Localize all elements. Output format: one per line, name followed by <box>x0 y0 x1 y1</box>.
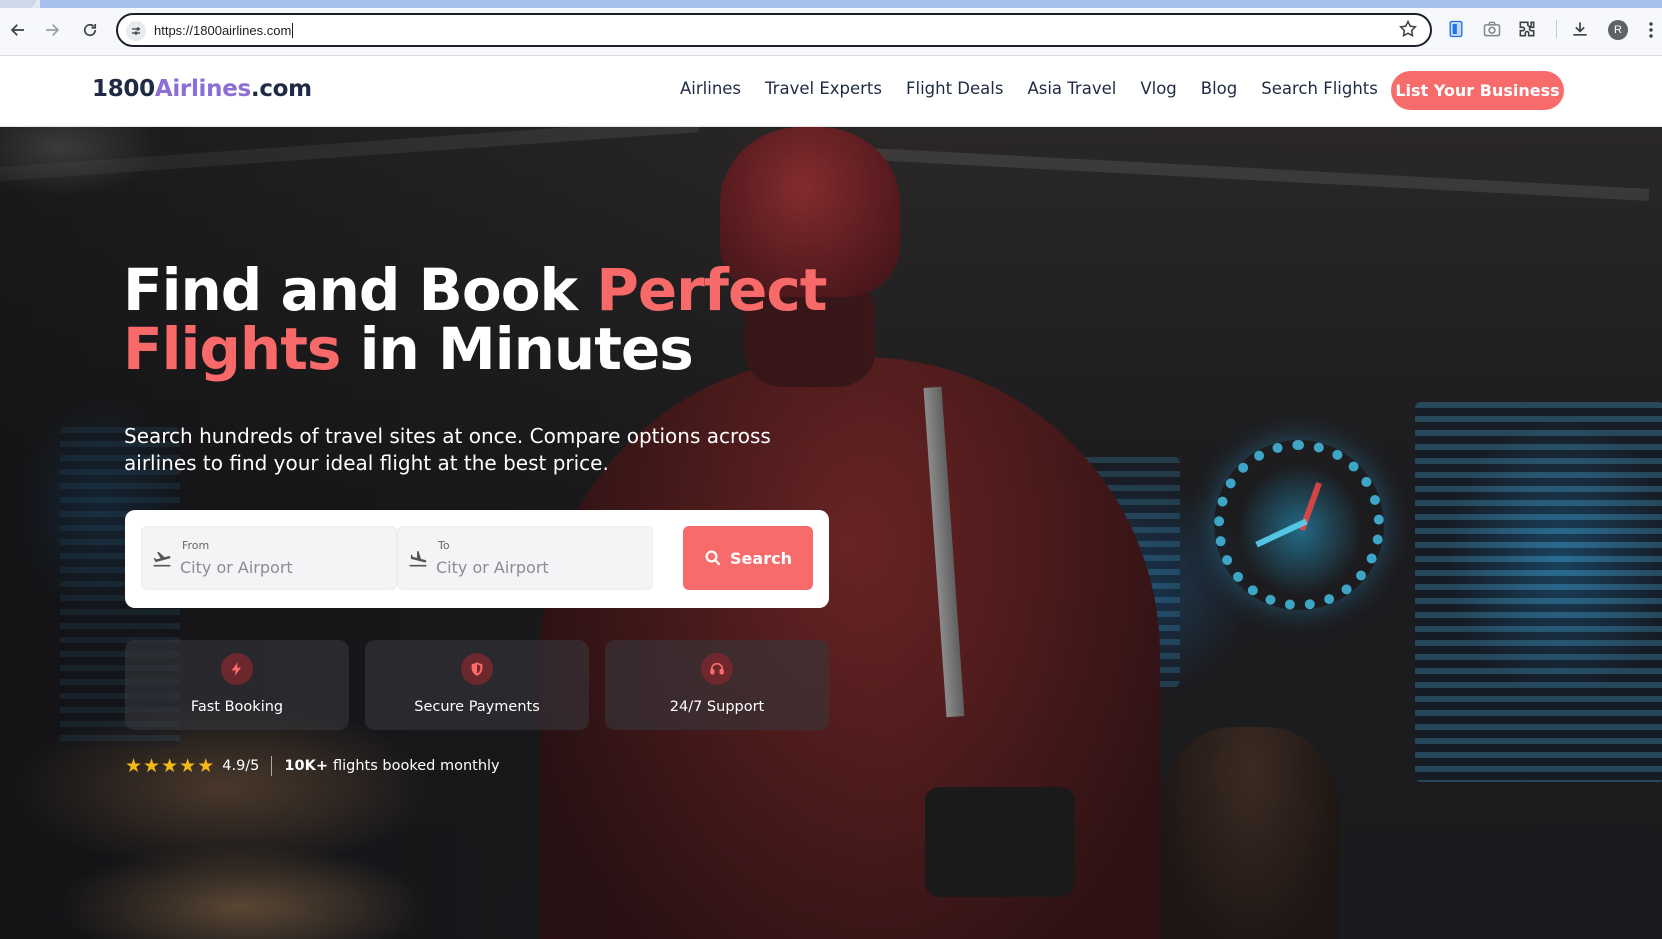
browser-chrome: https://1800airlines.com R <box>0 0 1662 56</box>
nav-search-flights[interactable]: Search Flights <box>1261 79 1378 98</box>
feature-label: Fast Booking <box>190 699 284 715</box>
nav-airlines[interactable]: Airlines <box>680 79 741 98</box>
site-logo[interactable]: 1800Airlines.com <box>92 76 312 102</box>
download-icon[interactable] <box>1570 19 1590 39</box>
nav-flight-deals[interactable]: Flight Deals <box>906 79 1003 98</box>
flight-search-form: From To Search <box>125 510 829 608</box>
logo-suffix: .com <box>250 76 312 102</box>
nav-blog[interactable]: Blog <box>1201 79 1237 98</box>
star-icon: ★ <box>143 754 161 777</box>
feature-label: 24/7 Support <box>669 699 765 715</box>
bookmark-star-icon[interactable] <box>1398 19 1420 41</box>
site-header: 1800Airlines.com Airlines Travel Experts… <box>0 56 1662 127</box>
departures-board <box>1415 402 1662 782</box>
profile-avatar[interactable]: R <box>1608 20 1628 40</box>
address-bar[interactable]: https://1800airlines.com <box>116 13 1432 47</box>
to-label: To <box>438 539 450 552</box>
lightning-bolt-icon <box>221 653 253 685</box>
from-field[interactable]: From <box>141 526 397 590</box>
to-input[interactable] <box>436 556 636 578</box>
feature-card-secure-payments: Secure Payments <box>365 640 589 730</box>
main-nav: Airlines Travel Experts Flight Deals Asi… <box>680 79 1402 98</box>
nav-asia-travel[interactable]: Asia Travel <box>1027 79 1116 98</box>
reload-icon[interactable] <box>78 18 102 42</box>
feature-label: Secure Payments <box>414 699 540 715</box>
rating-bar: ★ ★ ★ ★ ★ 4.9/5 10K+ flights booked mont… <box>125 756 500 776</box>
logo-prefix: 1800 <box>92 76 155 102</box>
hero-subtitle: Search hundreds of travel sites at once.… <box>124 424 771 475</box>
from-input[interactable] <box>180 556 380 578</box>
star-icon: ★ <box>179 754 197 777</box>
extensions-icon[interactable] <box>1517 19 1537 39</box>
shield-icon <box>461 653 493 685</box>
tab-strip-bar <box>40 0 1662 8</box>
bookings-text: flights booked monthly <box>332 758 500 774</box>
background-person <box>1160 727 1340 939</box>
url-text[interactable]: https://1800airlines.com <box>154 23 294 38</box>
more-icon[interactable] <box>1648 20 1654 40</box>
rating-score: 4.9/5 <box>222 758 260 774</box>
site-info-icon[interactable] <box>126 21 146 41</box>
logo-accent: Airlines <box>154 76 251 102</box>
forward-icon[interactable] <box>40 18 64 42</box>
search-icon <box>705 550 721 566</box>
tab-strip <box>0 0 1662 8</box>
headset-icon <box>701 653 733 685</box>
list-your-business-button[interactable]: List Your Business <box>1391 71 1564 110</box>
search-button[interactable]: Search <box>683 526 813 590</box>
plane-takeoff-icon <box>152 549 172 569</box>
feature-card-fast-booking: Fast Booking <box>125 640 349 730</box>
camera <box>925 787 1075 897</box>
star-rating: ★ ★ ★ ★ ★ <box>125 754 215 777</box>
ceiling-beam <box>849 147 1650 201</box>
toolbar-divider <box>1556 20 1557 38</box>
plane-landing-icon <box>408 549 428 569</box>
bookings-count: 10K+ <box>284 758 328 774</box>
nav-travel-experts[interactable]: Travel Experts <box>765 79 882 98</box>
feature-card-support: 24/7 Support <box>605 640 829 730</box>
search-button-label: Search <box>730 548 792 568</box>
hero-title: Find and Book Perfect Flights in Minutes <box>123 256 827 383</box>
nav-vlog[interactable]: Vlog <box>1140 79 1176 98</box>
reading-mode-icon[interactable] <box>1446 19 1466 39</box>
active-tab[interactable] <box>0 0 36 8</box>
station-clock <box>1214 440 1384 610</box>
star-icon: ★ <box>197 754 215 777</box>
screenshot-icon[interactable] <box>1482 19 1502 39</box>
to-field[interactable]: To <box>397 526 653 590</box>
hero-section: Find and Book Perfect Flights in Minutes… <box>0 127 1662 939</box>
from-label: From <box>182 539 210 552</box>
rating-divider <box>271 756 273 776</box>
star-icon: ★ <box>125 754 143 777</box>
star-icon: ★ <box>161 754 179 777</box>
back-icon[interactable] <box>6 18 30 42</box>
